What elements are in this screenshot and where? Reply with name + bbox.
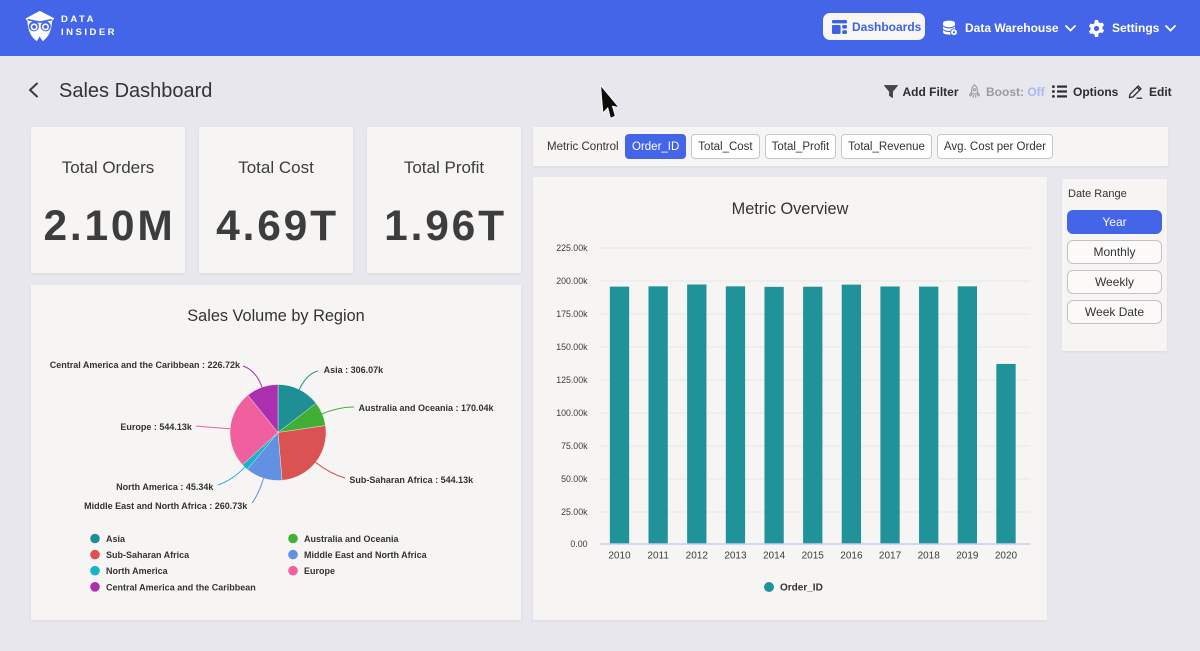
svg-text:100.00k: 100.00k xyxy=(556,408,588,418)
svg-text:2011: 2011 xyxy=(647,551,669,562)
svg-text:150.00k: 150.00k xyxy=(556,342,588,352)
svg-text:Sub-Saharan Africa : 544.13k: Sub-Saharan Africa : 544.13k xyxy=(349,475,474,485)
svg-text:2016: 2016 xyxy=(840,551,863,562)
svg-text:Asia: Asia xyxy=(106,534,126,544)
svg-text:Asia : 306.07k: Asia : 306.07k xyxy=(324,365,385,375)
svg-text:Sales Volume by Region: Sales Volume by Region xyxy=(187,307,364,325)
svg-text:225.00k: 225.00k xyxy=(556,243,588,253)
svg-text:50.00k: 50.00k xyxy=(561,474,588,484)
svg-text:Sub-Saharan Africa: Sub-Saharan Africa xyxy=(106,550,190,560)
svg-text:2014: 2014 xyxy=(763,551,786,562)
svg-text:25.00k: 25.00k xyxy=(561,507,588,517)
svg-text:175.00k: 175.00k xyxy=(556,309,588,319)
svg-text:0.00: 0.00 xyxy=(570,539,587,549)
svg-text:2020: 2020 xyxy=(995,551,1018,562)
svg-text:Australia and Oceania : 170.04: Australia and Oceania : 170.04k xyxy=(359,403,495,413)
svg-text:200.00k: 200.00k xyxy=(556,276,588,286)
svg-text:Europe: Europe xyxy=(304,566,335,576)
svg-text:2017: 2017 xyxy=(879,551,902,562)
svg-text:Middle East and North Africa :: Middle East and North Africa : 260.73k xyxy=(84,501,248,511)
svg-text:Europe : 544.13k: Europe : 544.13k xyxy=(120,422,193,432)
svg-text:2015: 2015 xyxy=(802,551,825,562)
svg-text:Central America and the Caribb: Central America and the Caribbean : 226.… xyxy=(50,360,241,370)
svg-text:2019: 2019 xyxy=(956,551,979,562)
svg-text:Australia and Oceania: Australia and Oceania xyxy=(304,534,400,544)
svg-text:Central America and the Caribb: Central America and the Caribbean xyxy=(106,582,256,592)
svg-text:North America : 45.34k: North America : 45.34k xyxy=(116,482,214,492)
svg-text:Metric Overview: Metric Overview xyxy=(732,200,849,218)
svg-text:Order_ID: Order_ID xyxy=(780,583,823,594)
svg-text:2010: 2010 xyxy=(608,551,631,562)
svg-text:North America: North America xyxy=(106,566,169,576)
svg-text:125.00k: 125.00k xyxy=(556,375,588,385)
svg-text:2012: 2012 xyxy=(686,551,709,562)
svg-text:75.00k: 75.00k xyxy=(561,441,588,451)
svg-text:2013: 2013 xyxy=(724,551,747,562)
svg-text:Middle East and North Africa: Middle East and North Africa xyxy=(304,550,428,560)
svg-text:2018: 2018 xyxy=(918,551,941,562)
